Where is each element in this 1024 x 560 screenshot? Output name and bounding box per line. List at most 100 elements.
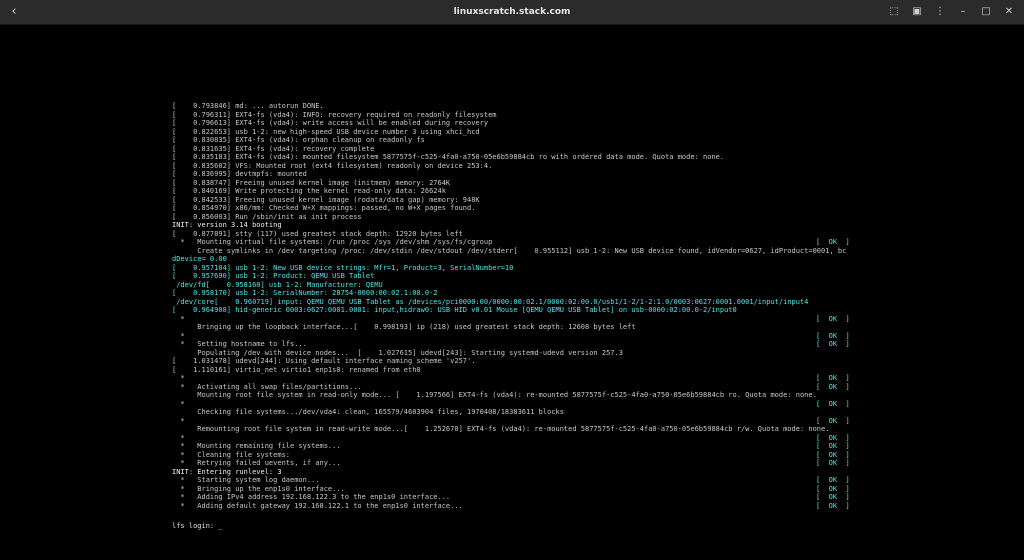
log-line: * [ OK ] <box>172 332 862 341</box>
log-text: [ 0.958170] usb 1-2: SerialNumber: 28754… <box>172 289 438 297</box>
log-text: * Activating all swap files/partitions..… <box>172 382 362 391</box>
log-text: * Setting hostname to lfs... <box>172 340 307 348</box>
log-line: Create symlinks in /dev targeting /proc:… <box>172 247 862 256</box>
log-text: [ 0.957104] usb 1-2: New USB device stri… <box>172 263 514 272</box>
log-line: * [ OK ] <box>172 417 862 426</box>
log-line: [ 0.877891] stty (117) used greatest sta… <box>172 230 862 239</box>
ok-status: [ OK ] <box>816 399 850 408</box>
log-line: [ 0.957690] usb 1-2: Product: QEMU USB T… <box>172 272 862 281</box>
log-line: * Adding IPv4 address 192.168.122.3 to t… <box>172 493 862 502</box>
log-line: [ 0.856003] Run /sbin/init as init proce… <box>172 213 862 222</box>
log-text: * <box>172 374 185 382</box>
log-line: /dev/core[ 0.960719] input: QEMU QEMU US… <box>172 298 862 307</box>
log-line: * Mounting remaining file systems... [ OK… <box>172 442 862 451</box>
ok-status: [ OK ] <box>816 484 850 493</box>
log-text: [ 0.835183] EXT4-fs (vda4): mounted file… <box>172 153 725 161</box>
log-text: [ 1.110161] virtio_net virtio1 enp1s0: r… <box>172 365 421 374</box>
log-line: dDevice= 0.00 <box>172 255 862 264</box>
log-text: * Mounting remaining file systems... <box>172 442 341 450</box>
ok-status: [ OK ] <box>816 459 850 467</box>
log-line: [ 0.793846] md: ... autorun DONE. <box>172 102 862 111</box>
ok-status: [ OK ] <box>816 433 850 442</box>
ok-status: [ OK ] <box>816 314 850 323</box>
close-icon[interactable]: ✕ <box>1002 4 1016 20</box>
log-text: Populating /dev with device nodes... [ 1… <box>172 348 623 357</box>
log-line: [ 0.854970] x86/mm: Checked W+X mappings… <box>172 204 862 213</box>
log-text: [ 0.796311] EXT4-fs (vda4): INFO: recove… <box>172 110 497 119</box>
log-text: Checking file systems.../dev/vda4: clean… <box>172 408 564 416</box>
ok-status: [ OK ] <box>816 416 850 425</box>
ok-status: [ OK ] <box>816 340 850 348</box>
log-line: * Mounting virtual file systems: /run /p… <box>172 238 862 247</box>
log-text: [ 0.835602] VFS: Mounted root (ext4 file… <box>172 161 493 170</box>
ok-status: [ OK ] <box>816 493 850 501</box>
boot-log: [ 0.793846] md: ... autorun DONE.[ 0.796… <box>172 102 862 510</box>
log-line: Remounting root file system in read-writ… <box>172 425 862 434</box>
terminal-console[interactable]: [ 0.793846] md: ... autorun DONE.[ 0.796… <box>0 25 1024 560</box>
log-text: * Mounting virtual file systems: /run /p… <box>172 238 493 246</box>
log-text: Mounting root file system in read-only m… <box>172 391 817 399</box>
log-text: * <box>172 331 185 340</box>
log-line: Populating /dev with device nodes... [ 1… <box>172 349 862 358</box>
log-text: * <box>172 416 185 425</box>
log-text: [ 0.964908] hid-generic 0003:0627:0001.0… <box>172 306 737 314</box>
camera-icon[interactable]: ▣ <box>910 4 924 20</box>
log-text: [ 0.838747] Freeing unused kernel image … <box>172 178 451 187</box>
log-line: [ 0.957104] usb 1-2: New USB device stri… <box>172 264 862 273</box>
log-text: Remounting root file system in read-writ… <box>172 425 830 433</box>
log-text: * <box>172 314 185 323</box>
log-line: INIT: version 3.14 booting <box>172 221 862 230</box>
log-line: * Cleaning file systems: [ OK ] <box>172 451 862 460</box>
maximize-icon[interactable]: □ <box>979 4 993 20</box>
log-text: * Bringing up the enp1s0 interface... <box>172 484 345 493</box>
log-text: [ 0.877891] stty (117) used greatest sta… <box>172 229 463 238</box>
log-line: [ 0.835183] EXT4-fs (vda4): mounted file… <box>172 153 862 162</box>
ok-status: [ OK ] <box>816 501 850 510</box>
log-line: [ 0.836995] devtmpfs: mounted <box>172 170 862 179</box>
log-line: [ 0.835602] VFS: Mounted root (ext4 file… <box>172 162 862 171</box>
ok-status: [ OK ] <box>816 331 850 340</box>
log-text: dDevice= 0.00 <box>172 255 227 263</box>
login-prompt[interactable]: lfs login: _ <box>172 522 223 530</box>
log-line: [ 1.031478] udevd[244]: Using default in… <box>172 357 862 366</box>
log-text: INIT: Entering runlevel: 3 <box>172 467 282 476</box>
log-line: * [ OK ] <box>172 315 862 324</box>
log-line: * Bringing up the enp1s0 interface... [ O… <box>172 485 862 494</box>
log-line: * [ OK ] <box>172 374 862 383</box>
log-line: [ 0.838747] Freeing unused kernel image … <box>172 179 862 188</box>
log-text: [ 0.836995] devtmpfs: mounted <box>172 170 307 178</box>
log-line: [ 0.831635] EXT4-fs (vda4): recovery com… <box>172 145 862 154</box>
titlebar-controls: ⬚ ▣ ⋮ – □ ✕ <box>887 4 1016 20</box>
ok-status: [ OK ] <box>816 382 850 391</box>
log-text: [ 0.854970] x86/mm: Checked W+X mappings… <box>172 204 476 212</box>
log-text: Create symlinks in /dev targeting /proc:… <box>172 246 847 255</box>
page-title: linuxscratch.stack.com <box>453 7 571 17</box>
log-line: * Activating all swap files/partitions..… <box>172 383 862 392</box>
log-line: INIT: Entering runlevel: 3 <box>172 468 862 477</box>
log-text: [ 0.856003] Run /sbin/init as init proce… <box>172 212 362 221</box>
minimize-icon[interactable]: – <box>956 4 970 20</box>
log-text: [ 0.796613] EXT4-fs (vda4): write access… <box>172 119 489 127</box>
log-text: * <box>172 399 185 408</box>
ok-status: [ OK ] <box>816 450 850 459</box>
log-line: [ 0.822653] usb 1-2: new high-speed USB … <box>172 128 862 137</box>
log-text: [ 0.822653] usb 1-2: new high-speed USB … <box>172 127 480 136</box>
log-text: * Adding default gateway 192.168.122.1 t… <box>172 501 463 510</box>
ok-status: [ OK ] <box>816 476 850 484</box>
browser-titlebar: ‹ linuxscratch.stack.com ⬚ ▣ ⋮ – □ ✕ <box>0 0 1024 25</box>
log-line: [ 0.842533] Freeing unused kernel image … <box>172 196 862 205</box>
more-options-icon[interactable]: ⋮ <box>933 4 947 20</box>
select-region-icon[interactable]: ⬚ <box>887 4 901 20</box>
log-line: * [ OK ] <box>172 400 862 409</box>
log-line: [ 0.840169] Write protecting the kernel … <box>172 187 862 196</box>
log-line: [ 0.964908] hid-generic 0003:0627:0001.0… <box>172 306 862 315</box>
log-line: [ 0.796311] EXT4-fs (vda4): INFO: recove… <box>172 111 862 120</box>
log-line: [ 1.110161] virtio_net virtio1 enp1s0: r… <box>172 366 862 375</box>
log-line: * Setting hostname to lfs... [ OK ] <box>172 340 862 349</box>
log-text: * Adding IPv4 address 192.168.122.3 to t… <box>172 493 451 501</box>
log-line: [ 0.830835] EXT4-fs (vda4): orphan clean… <box>172 136 862 145</box>
log-line: * [ OK ] <box>172 434 862 443</box>
log-text: [ 0.957690] usb 1-2: Product: QEMU USB T… <box>172 272 375 280</box>
log-text: * <box>172 433 185 442</box>
log-text: /dev/fd[ 0.958160] usb 1-2: Manufacturer… <box>172 280 383 289</box>
